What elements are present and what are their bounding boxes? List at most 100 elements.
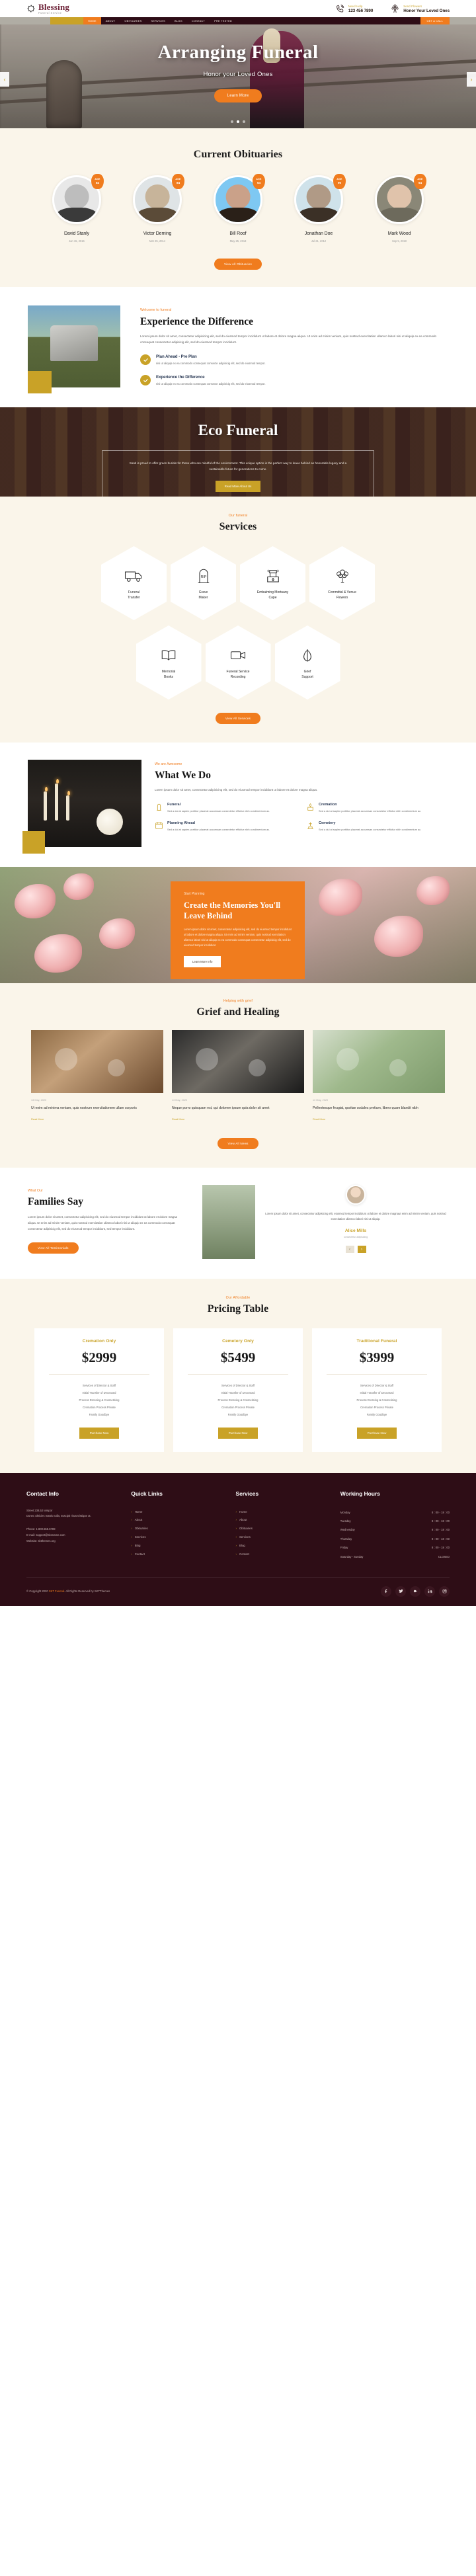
footer-hours-row: Wednesday 8 : 00 - 18 : 00 [340,1525,450,1534]
footer-service-link[interactable]: › Blog [235,1542,323,1550]
blog-read-more-link[interactable]: Read More [31,1117,44,1121]
nav-item-home[interactable]: HOME [83,17,101,24]
nav-gold-accent [50,17,83,24]
footer-quick-link[interactable]: › Services [131,1533,218,1542]
view-all-news-button[interactable]: View All News [218,1137,258,1149]
footer-hours-row: Tuesday 8 : 00 - 18 : 00 [340,1517,450,1525]
feature-text: nisi ut aliquip ex ea commodo consequat … [156,382,266,386]
blog-title[interactable]: Neque porro quisquam est, qui dolorem ip… [172,1106,304,1111]
funeral-icon [155,803,163,811]
blog-title[interactable]: Ut enim ad minima veniam, quis nostrum e… [31,1106,163,1111]
instagram-icon[interactable] [439,1586,450,1597]
view-all-testimonials-button[interactable]: View All Testimonials [28,1242,79,1254]
twitter-icon[interactable] [395,1586,406,1597]
what-we-do-item-heading: Cremation [319,802,337,807]
eco-read-more-button[interactable]: Read More About Us [215,481,261,493]
gravestone-rip-icon: RIP [194,566,214,586]
what-we-do-item: Cremation Sed a dui at sapien porttitor p… [306,803,448,813]
slider-dot[interactable] [237,120,239,123]
slider-dot[interactable] [243,120,245,123]
service-card[interactable]: RIP Grave Maker [171,546,236,620]
view-all-services-button[interactable]: View All Services [215,713,261,724]
slider-next-arrow[interactable]: › [467,72,476,87]
blog-read-more-link[interactable]: Read More [172,1117,184,1121]
cremation-urn-icon [263,566,283,586]
service-card[interactable]: Grief Support [274,625,340,700]
footer-hours-day: Thursday [340,1537,352,1541]
what-we-do-item-text: Sed a dui at sapien porttitor placerat a… [167,827,270,831]
send-flowers-value: Honor Your Loved Ones [403,8,450,13]
service-card[interactable]: Funeral Transfer [101,546,167,620]
hero-learn-more-button[interactable]: Learn More [214,89,262,102]
footer-link-label: Obituaries [134,1527,148,1531]
avatar [346,1184,366,1205]
copyright-brand[interactable]: SKT Funeral [49,1590,64,1593]
nav-item-pre-tested[interactable]: PRE TESTED [210,17,237,24]
footer-quick-link[interactable]: › Home [131,1508,218,1517]
service-card[interactable]: Funeral Service Recording [205,625,271,700]
obituary-name: Jonathan Doe [304,231,333,236]
send-flowers-block[interactable]: Send Flowers Honor Your Loved Ones [390,4,450,14]
footer-hours-time: 8 : 00 - 18 : 00 [431,1510,450,1514]
chevron-right-icon: › [235,1543,237,1547]
footer-hours-day: Friday [340,1546,348,1550]
purchase-now-button[interactable]: Purchase Now [218,1427,258,1439]
footer-hours-day: Saturday - Sunday [340,1554,364,1558]
footer-quick-link[interactable]: › Contact [131,1550,218,1558]
view-all-obituaries-button[interactable]: View All Obituaries [214,259,262,270]
obituary-card[interactable]: AGE 54 Bill Roof May 25, 2013 [202,174,274,243]
footer-quick-link[interactable]: › About [131,1516,218,1525]
nav-item-about[interactable]: ABOUT [101,17,120,24]
footer-quick-link[interactable]: › Obituaries [131,1525,218,1533]
nav-item-services[interactable]: SERVICES [146,17,170,24]
need-help-block[interactable]: Need Help 123 456 7890 [335,4,373,14]
footer-service-link[interactable]: › Obituaries [235,1525,323,1533]
site-logo[interactable]: Blessing Funeral Service [26,3,69,15]
footer-service-link[interactable]: › About [235,1516,323,1525]
footer-service-link[interactable]: › Services [235,1533,323,1542]
blog-card[interactable]: 13 May, 2020 Neque porro quisquam est, qu… [172,1030,304,1123]
pricing-feature: Initial Transfer of Deceased [82,1390,116,1394]
linkedin-icon[interactable] [424,1586,435,1597]
blog-card[interactable]: 13 May, 2020 Ut enim ad minima veniam, qu… [31,1030,163,1123]
service-card[interactable]: Embalming Mortuany Cape [240,546,305,620]
nav-cta-button[interactable]: GET A CALL [420,17,450,24]
hearse-truck-icon [124,566,144,586]
footer-service-link[interactable]: › Home [235,1508,323,1517]
slider-prev-arrow[interactable]: ‹ [0,72,9,87]
footer-quick-link[interactable]: › Blog [131,1542,218,1550]
blog-card[interactable]: 13 May, 2020 Pellentesque feugiat, quvita… [313,1030,445,1123]
services-section: Our funeral Services Funeral Transfer RIP G… [0,497,476,743]
testimonial-prev-button[interactable]: ‹ [345,1246,354,1254]
footer-address-line: Donec ultricies mattis nulla, suscipit r… [26,1514,91,1518]
testimonial-next-button[interactable]: › [357,1246,366,1254]
slider-dot[interactable] [231,120,233,123]
obituary-card[interactable]: AGE 84 David Stanly Jan 15, 2016 [41,174,112,243]
what-we-do-paragraph: Lorem ipsum dolor sit amet, consectetur … [155,788,318,791]
nav-item-blog[interactable]: BLOG [170,17,187,24]
eco-title: Eco Funeral [198,422,278,438]
purchase-now-button[interactable]: Purchase Now [79,1427,120,1439]
what-we-do-item-text: Sed a dui at sapien porttitor placerat a… [319,809,422,813]
obituary-card[interactable]: AGE 64 Mark Wood Sep 5, 2010 [364,174,435,243]
pricing-feature: Cremation Process Private [221,1405,255,1409]
copyright-pre: © Copyright 2020 [26,1590,49,1593]
service-card[interactable]: Committal & Venue Flowers [309,546,375,620]
google-plus-icon[interactable] [410,1586,420,1597]
service-card[interactable]: Memorial Books [136,625,202,700]
blog-title[interactable]: Pellentesque feugiat, quvitae sodales pr… [313,1106,445,1111]
obituary-card[interactable]: AGE 90 Jonathan Doe Jul 21, 2012 [283,174,354,243]
pricing-feature: Process Dressing & Cosmetising [356,1398,397,1402]
what-we-do-media [22,760,141,854]
nav-item-contact[interactable]: CONTACT [187,17,210,24]
blog-read-more-link[interactable]: Read More [313,1117,325,1121]
nav-item-obituaries[interactable]: OBITUARIES [120,17,146,24]
slider-dots[interactable] [0,120,476,123]
top-bar-contacts: Need Help 123 456 7890 Send Flowers Hono… [335,4,450,14]
footer-service-link[interactable]: › Contact [235,1550,323,1558]
memories-learn-more-button[interactable]: Learn More Info [184,956,221,968]
purchase-now-button[interactable]: Purchase Now [356,1427,397,1439]
facebook-icon[interactable] [381,1586,391,1597]
obituary-card[interactable]: AGE 84 Victor Deming Mar 25, 2014 [122,174,193,243]
memories-heading: Create the Memories You'll Leave Behind [184,901,281,920]
